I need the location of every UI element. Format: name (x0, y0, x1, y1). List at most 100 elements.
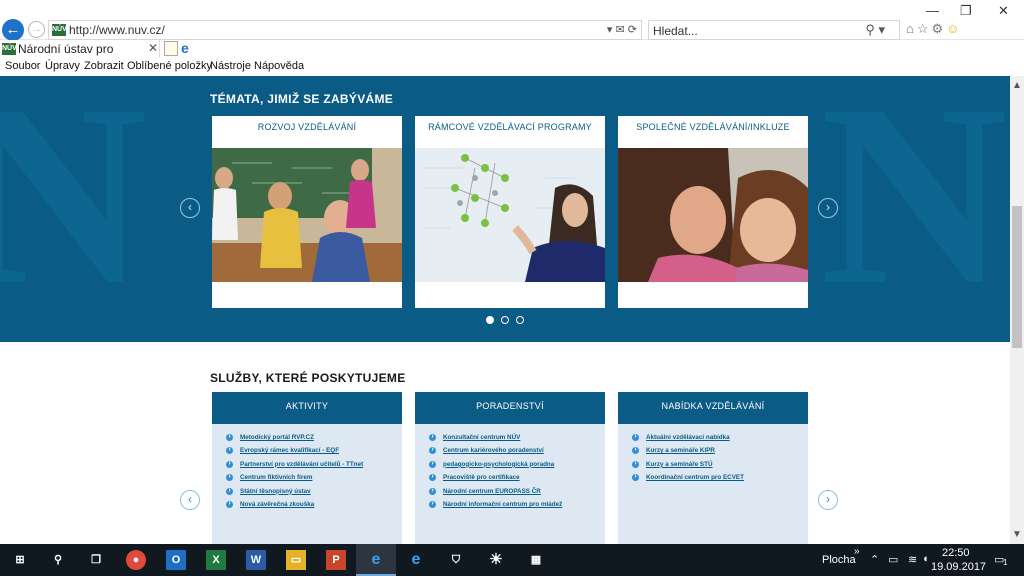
web-page: N N TÉMATA, JIMIŽ SE ZABÝVÁME ROZVOJ VZD… (0, 76, 1010, 544)
favorites-star-icon[interactable]: ☆ (917, 21, 932, 36)
topic-card-title[interactable]: SPOLEČNÉ VZDĚLÁVÁNÍ/INKLUZE (618, 122, 808, 132)
page-scrollbar[interactable]: ▲ ▼ (1010, 76, 1024, 544)
carousel-dot-3[interactable] (516, 316, 524, 324)
topic-card-title[interactable]: RÁMCOVÉ VZDĚLÁVACÍ PROGRAMY (415, 122, 605, 132)
service-link[interactable]: Aktuální vzdělávací nabídka (632, 434, 744, 447)
menu-oblibene[interactable]: Oblíbené položky (127, 60, 212, 72)
menu-zobrazit[interactable]: Zobrazit (84, 60, 124, 72)
toolbar-expand-icon[interactable]: » (854, 546, 860, 557)
service-links: Aktuální vzdělávací nabídka Kurzy a semi… (632, 434, 744, 488)
service-link[interactable]: Kurzy a semináře STÚ (632, 460, 744, 474)
menu-soubor[interactable]: Soubor (5, 60, 40, 72)
service-link[interactable]: Centrum fiktivních firem (226, 474, 363, 487)
word-icon[interactable]: W (246, 550, 266, 570)
inclusion-photo[interactable] (618, 148, 808, 282)
desktop-toolbar-label[interactable]: Plocha (822, 554, 856, 566)
minimize-button[interactable]: — (926, 3, 939, 18)
search-icon[interactable]: ⚲ ▾ (865, 22, 885, 38)
volume-icon[interactable]: ◖ (922, 553, 929, 565)
service-card-title[interactable]: AKTIVITY (212, 392, 402, 424)
topic-card-rvp[interactable]: RÁMCOVÉ VZDĚLÁVACÍ PROGRAMY (415, 116, 605, 308)
task-view-icon[interactable]: ❐ (86, 550, 106, 570)
tab-nuv[interactable]: NÚV Národní ústav pro vzdělávání ✕ (0, 40, 160, 70)
service-link[interactable]: Pracoviště pro certifikace (429, 474, 562, 487)
back-button[interactable]: ← (2, 19, 24, 41)
service-card-title[interactable]: PORADENSTVÍ (415, 392, 605, 424)
chrome-icon[interactable]: ● (126, 550, 146, 570)
tray-chevron-icon[interactable]: ⌃ (870, 553, 879, 566)
menu-upravy[interactable]: Úpravy (45, 60, 80, 72)
scroll-thumb[interactable] (1012, 206, 1022, 348)
outlook-icon[interactable]: O (166, 550, 186, 570)
tab-favicon-icon: NÚV (2, 43, 17, 55)
carousel-next-button[interactable]: › (818, 198, 838, 218)
calculator-icon[interactable]: ▦ (526, 550, 546, 570)
restore-button[interactable]: ❐ (960, 3, 972, 19)
search-taskbar-icon[interactable]: ⚲ (48, 550, 68, 570)
scroll-up-arrow-icon[interactable]: ▲ (1012, 80, 1022, 91)
url-field[interactable]: NÚV http://www.nuv.cz/ ▾ ✉ ⟳ (48, 20, 642, 40)
classroom-photo[interactable] (212, 148, 402, 282)
service-link[interactable]: Národní centrum EUROPASS ČR (429, 487, 562, 501)
services-next-button[interactable]: › (818, 490, 838, 510)
service-link[interactable]: Kurzy a semináře KIPR (632, 447, 744, 460)
service-link[interactable]: Národní informační centrum pro mládež (429, 500, 562, 514)
service-card-aktivity: AKTIVITY Metodický portál RVP.CZ Evropsk… (212, 392, 402, 544)
carousel-dot-2[interactable] (501, 316, 509, 324)
clock-date[interactable]: 19.09.2017 (931, 561, 986, 573)
carousel-dot-1[interactable] (486, 316, 494, 324)
tab-bar: NÚV Národní ústav pro vzdělávání ✕ e (0, 40, 1024, 70)
smiley-icon[interactable]: ☺ (946, 21, 962, 36)
service-link[interactable]: Centrum kariérového poradenství (429, 447, 562, 460)
edge-taskbar-icon[interactable]: e (406, 550, 426, 570)
topic-card-title[interactable]: ROZVOJ VZDĚLÁVÁNÍ (212, 122, 402, 132)
brightness-icon[interactable]: ☀ (486, 550, 506, 570)
search-field[interactable]: Hledat... ⚲ ▾ (648, 20, 900, 40)
topic-card-rozvoj[interactable]: ROZVOJ VZDĚLÁVÁNÍ (212, 116, 402, 308)
service-link[interactable]: Nová závěrečná zkouška (226, 500, 363, 514)
service-link[interactable]: Státní těsnopisný ústav (226, 487, 363, 501)
topics-heading: TÉMATA, JIMIŽ SE ZABÝVÁME (210, 92, 394, 106)
services-heading: SLUŽBY, KTERÉ POSKYTUJEME (210, 371, 406, 385)
internet-explorer-icon[interactable]: e (366, 550, 386, 570)
close-window-button[interactable]: ✕ (998, 3, 1009, 19)
new-tab-button[interactable] (164, 41, 178, 56)
topic-card-inkluze[interactable]: SPOLEČNÉ VZDĚLÁVÁNÍ/INKLUZE (618, 116, 808, 308)
service-link[interactable]: Koordinační centrum pro ECVET (632, 474, 744, 487)
edge-icon[interactable]: e (181, 40, 189, 56)
powerpoint-icon[interactable]: P (326, 550, 346, 570)
gear-icon[interactable]: ⚙ (932, 21, 947, 36)
tab-close-icon[interactable]: ✕ (148, 41, 158, 55)
service-link[interactable]: Partnerství pro vzdělávání učitelů - TTn… (226, 460, 363, 474)
menu-bar: Soubor Úpravy Zobrazit Oblíbené položky … (0, 58, 1024, 76)
battery-icon[interactable]: ▭ (888, 553, 898, 566)
student-molecule-photo[interactable] (415, 148, 605, 282)
toolbar-icons: ⌂☆⚙☺ (906, 21, 962, 37)
network-icon[interactable]: ≋ (908, 553, 917, 566)
file-explorer-icon[interactable]: ▭ (286, 550, 306, 570)
refresh-icon[interactable]: ▾ ✉ ⟳ (607, 23, 637, 36)
home-icon[interactable]: ⌂ (906, 21, 917, 36)
menu-napoveda[interactable]: Nápověda (254, 60, 304, 72)
search-input[interactable]: Hledat... (653, 24, 698, 38)
forward-button[interactable]: → (28, 21, 45, 38)
site-favicon-icon: NÚV (52, 24, 67, 36)
store-icon[interactable]: ⛉ (446, 550, 466, 570)
service-card-title[interactable]: NABÍDKA VZDĚLÁVÁNÍ (618, 392, 808, 424)
service-links: Metodický portál RVP.CZ Evropský rámec k… (226, 434, 363, 514)
scroll-down-arrow-icon[interactable]: ▼ (1012, 529, 1022, 540)
url-text[interactable]: http://www.nuv.cz/ (69, 23, 165, 37)
menu-nastroje[interactable]: Nástroje (210, 60, 251, 72)
windows-taskbar: ⊞ ⚲ ❐ ● O X W ▭ P e e ⛉ ☀ ▦ Plocha » ⌃ ▭… (0, 544, 1024, 576)
background-logo-graphic: N (0, 76, 148, 339)
carousel-prev-button[interactable]: ‹ (180, 198, 200, 218)
clock-time[interactable]: 22:50 (942, 547, 970, 559)
services-prev-button[interactable]: ‹ (180, 490, 200, 510)
service-link[interactable]: pedagogicko-psychologická poradna (429, 460, 562, 474)
excel-icon[interactable]: X (206, 550, 226, 570)
service-link[interactable]: Konzultační centrum NÚV (429, 434, 562, 447)
browser-address-bar: ← → NÚV http://www.nuv.cz/ ▾ ✉ ⟳ Hledat.… (0, 0, 1024, 41)
service-link[interactable]: Metodický portál RVP.CZ (226, 434, 363, 447)
service-link[interactable]: Evropský rámec kvalifikací - EQF (226, 447, 363, 460)
start-windows-icon[interactable]: ⊞ (10, 550, 30, 570)
